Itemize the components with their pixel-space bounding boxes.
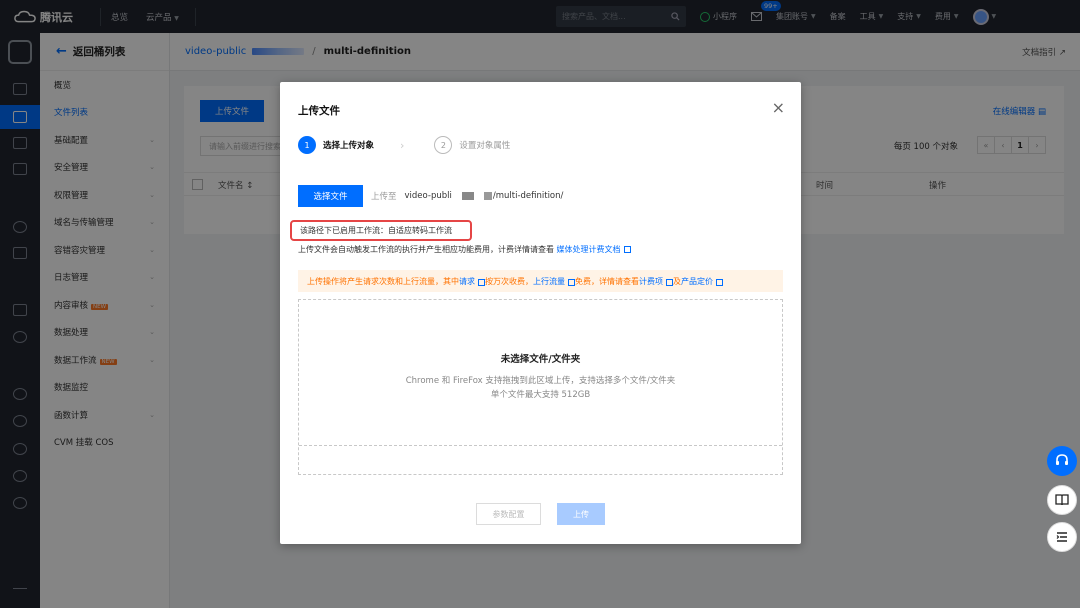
upload-submit-button[interactable]: 上传 [557,503,605,525]
upload-destination: video-publi /multi-definition/ [405,191,564,201]
upstream-traffic-link[interactable]: 上行流量 [533,276,565,287]
traffic-warning-banner: 上传操作将产生请求次数和上行流量，其中 请求 按万次收费， 上行流量 免费，详情… [298,270,783,292]
param-config-button[interactable]: 参数配置 [476,503,541,525]
drop-title: 未选择文件/文件夹 [500,354,581,365]
step-2-number: 2 [434,136,453,154]
workflow-billing-note: 上传文件会自动触发工作流的执行并产生相应功能费用，计费详情请查看 媒体处理计费文… [298,244,631,255]
headset-icon [1056,454,1068,465]
external-link-icon [623,246,631,253]
warning-text: 免费，详情请查看 [575,276,639,286]
upload-to-label: 上传至 [371,192,397,202]
warning-text: 及 [673,276,681,286]
file-drop-zone[interactable]: 未选择文件/文件夹 Chrome 和 FireFox 支持拖拽到此区域上传，支持… [298,299,783,475]
media-billing-doc-link[interactable]: 媒体处理计费文档 [557,245,621,254]
dialog-title: 上传文件 [298,105,340,117]
upload-steps: 1 选择上传对象 › 2 设置对象属性 [298,136,510,154]
drop-divider [299,445,782,446]
customer-service-button[interactable] [1047,446,1077,476]
book-icon [1055,494,1069,506]
menu-list-button[interactable] [1047,522,1077,552]
external-link-icon [666,278,673,286]
product-pricing-link[interactable]: 产品定价 [681,276,713,287]
chevron-right-icon: › [400,138,405,152]
workflow-desc: 上传文件会自动触发工作流的执行并产生相应功能费用，计费详情请查看 [298,245,554,254]
warning-text: 按万次收费， [485,276,533,286]
dest-path: /multi-definition/ [492,191,564,201]
warning-text: 上传操作将产生请求次数和上行流量，其中 [307,276,459,286]
upload-file-dialog: 上传文件 × 1 选择上传对象 › 2 设置对象属性 选择文件 上传至 vide… [280,82,801,544]
docs-button[interactable] [1047,485,1077,515]
drop-description: Chrome 和 FireFox 支持拖拽到此区域上传，支持选择多个文件/文件夹 [405,376,676,386]
step-1-number: 1 [298,136,316,154]
billing-item-link[interactable]: 计费项 [639,276,663,287]
select-file-row: 选择文件 上传至 video-publi /multi-definition/ [298,185,563,207]
select-file-button[interactable]: 选择文件 [298,185,363,207]
close-icon[interactable]: × [772,100,785,116]
request-link[interactable]: 请求 [459,276,475,287]
step-1-label: 选择上传对象 [323,141,375,151]
step-2-label: 设置对象属性 [459,141,511,151]
external-link-icon [568,278,575,286]
dest-bucket: video-publi [404,191,452,201]
redacted-block [461,192,474,200]
drop-size-limit: 单个文件最大支持 512GB [490,390,591,400]
redacted-block [483,192,492,200]
workflow-enabled-notice: 该路径下已启用工作流：自适应转码工作流 [290,220,472,241]
list-icon [1056,532,1067,542]
external-link-icon [478,278,485,286]
external-link-icon [716,278,723,286]
dialog-footer: 参数配置 上传 [280,503,801,525]
